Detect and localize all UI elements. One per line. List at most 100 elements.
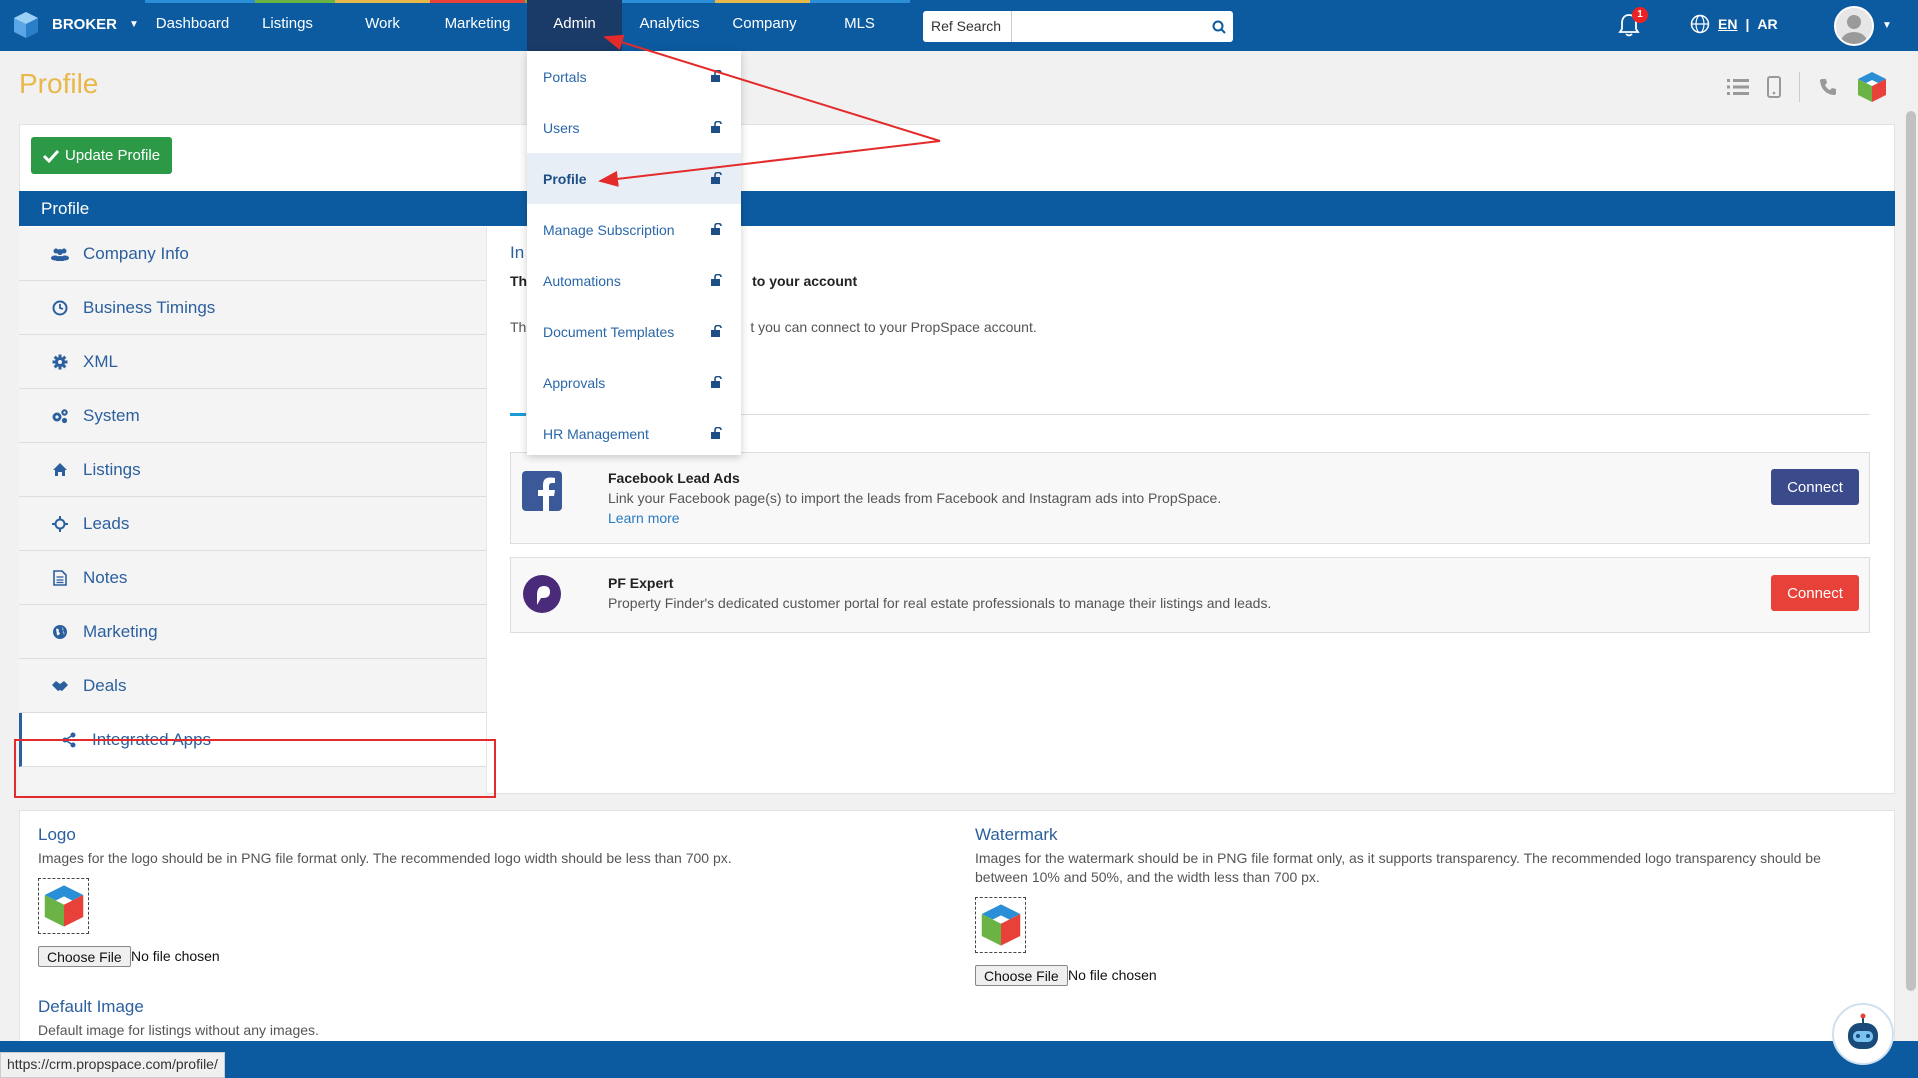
users-icon <box>51 245 69 263</box>
admin-dropdown-menu: Portals Users Profile Manage Subscriptio… <box>527 51 741 455</box>
menu-item-label: Profile <box>543 170 587 187</box>
profile-sidebar: Company Info Business Timings XML System… <box>19 227 487 794</box>
sidebar-item-label: Listings <box>83 459 141 479</box>
mobile-icon[interactable] <box>1767 76 1781 98</box>
nav-dashboard[interactable]: Dashboard <box>145 0 240 51</box>
menu-item-label: Document Templates <box>543 323 675 340</box>
menu-item-profile[interactable]: Profile <box>527 153 741 204</box>
caret-down-icon[interactable]: ▼ <box>1882 20 1892 31</box>
logo-choose-file-button[interactable]: Choose File <box>38 946 131 967</box>
nav-mls[interactable]: MLS <box>812 0 907 51</box>
menu-item-manage-subscription[interactable]: Manage Subscription <box>527 204 741 255</box>
sidebar-item-marketing[interactable]: Marketing <box>19 605 486 659</box>
menu-item-portals[interactable]: Portals <box>527 51 741 102</box>
ref-search-dropdown[interactable]: Ref Search ▼ <box>923 11 1013 42</box>
unlock-icon <box>711 171 723 187</box>
facebook-icon <box>522 471 562 511</box>
menu-item-document-templates[interactable]: Document Templates <box>527 306 741 357</box>
watermark-choose-file-button[interactable]: Choose File <box>975 965 1068 986</box>
sidebar-item-xml[interactable]: XML <box>19 335 486 389</box>
sidebar-item-deals[interactable]: Deals <box>19 659 486 713</box>
logo-preview <box>38 878 89 934</box>
watermark-file-status: No file chosen <box>1068 967 1157 983</box>
lang-ar[interactable]: AR <box>1757 16 1777 32</box>
avatar[interactable] <box>1834 6 1874 46</box>
update-profile-button[interactable]: Update Profile <box>31 137 173 174</box>
learn-more-link[interactable]: Learn more <box>608 510 680 526</box>
lang-en[interactable]: EN <box>1718 16 1737 32</box>
globe-icon <box>51 623 69 641</box>
branding-card: Logo Images for the logo should be in PN… <box>19 810 1895 1078</box>
language-switcher: EN | AR <box>1690 14 1778 34</box>
brand-menu[interactable]: BROKER ▼ <box>10 8 139 40</box>
list-icon[interactable] <box>1727 78 1749 96</box>
menu-item-users[interactable]: Users <box>527 102 741 153</box>
app-cube-icon[interactable] <box>1856 70 1888 104</box>
logo-image <box>44 885 83 927</box>
menu-item-label: Automations <box>543 272 621 289</box>
nav-marketing[interactable]: Marketing <box>430 0 525 51</box>
check-icon <box>43 149 59 163</box>
notification-badge: 1 <box>1632 7 1648 23</box>
logo-file-status: No file chosen <box>131 948 220 964</box>
panel-subtitle-end: to your account <box>752 273 858 289</box>
phone-icon[interactable] <box>1818 77 1838 97</box>
watermark-description: Images for the watermark should be in PN… <box>975 850 1821 885</box>
nav-company[interactable]: Company <box>717 0 812 51</box>
gears-icon <box>51 407 69 425</box>
menu-item-automations[interactable]: Automations <box>527 255 741 306</box>
note-icon <box>51 569 69 587</box>
menu-item-label: Portals <box>543 68 587 85</box>
watermark-title: Watermark <box>975 825 1058 844</box>
menu-item-label: Users <box>543 119 580 136</box>
watermark-image <box>981 904 1020 946</box>
lang-separator: | <box>1745 16 1750 32</box>
clock-icon <box>51 299 69 317</box>
brand-logo-icon <box>14 12 38 38</box>
nav-listings[interactable]: Listings <box>240 0 335 51</box>
scrollbar-thumb[interactable] <box>1906 111 1916 991</box>
update-profile-label: Update Profile <box>65 147 161 164</box>
sidebar-item-listings[interactable]: Listings <box>19 443 486 497</box>
handshake-icon <box>51 677 69 695</box>
brand-name: BROKER <box>52 15 118 33</box>
unlock-icon <box>711 426 723 442</box>
annotation-highlight <box>14 739 496 798</box>
nav-analytics[interactable]: Analytics <box>622 0 717 51</box>
default-image-description: Default image for listings without any i… <box>38 1022 319 1038</box>
user-icon <box>1836 8 1872 44</box>
panel-title: In <box>510 243 525 262</box>
unlock-icon <box>711 69 723 85</box>
nav-admin[interactable]: Admin <box>527 0 622 51</box>
sidebar-item-leads[interactable]: Leads <box>19 497 486 551</box>
menu-item-approvals[interactable]: Approvals <box>527 357 741 408</box>
sidebar-item-company-info[interactable]: Company Info <box>19 227 486 281</box>
section-header: Profile <box>19 191 1895 226</box>
pf-expert-icon <box>523 575 561 613</box>
menu-item-hr-management[interactable]: HR Management <box>527 408 741 459</box>
scrollbar[interactable] <box>1904 51 1918 1041</box>
search-icon[interactable] <box>1205 11 1233 42</box>
sidebar-item-label: Marketing <box>83 621 158 641</box>
chatbot-button[interactable] <box>1832 1003 1894 1065</box>
panel-description-end: t you can connect to your PropSpace acco… <box>750 319 1037 335</box>
connect-pf-expert-button[interactable]: Connect <box>1771 575 1859 611</box>
app-description: Property Finder's dedicated customer por… <box>608 595 1272 611</box>
gear-icon <box>51 353 69 371</box>
unlock-icon <box>711 273 723 289</box>
connect-facebook-button[interactable]: Connect <box>1771 469 1859 505</box>
home-icon <box>51 461 69 479</box>
header-tools <box>1727 70 1888 104</box>
sidebar-item-business-timings[interactable]: Business Timings <box>19 281 486 335</box>
sidebar-item-system[interactable]: System <box>19 389 486 443</box>
sidebar-item-notes[interactable]: Notes <box>19 551 486 605</box>
panel-subtitle-start: Th <box>510 273 528 289</box>
nav-work[interactable]: Work <box>335 0 430 51</box>
search-input[interactable] <box>1012 11 1206 42</box>
ref-search: Ref Search ▼ <box>923 11 1233 42</box>
default-image-title: Default Image <box>38 997 144 1016</box>
caret-down-icon: ▼ <box>129 18 139 30</box>
panel-description-start: Th <box>510 319 527 335</box>
robot-icon <box>1848 1013 1878 1049</box>
ref-search-label: Ref Search <box>931 18 1002 34</box>
